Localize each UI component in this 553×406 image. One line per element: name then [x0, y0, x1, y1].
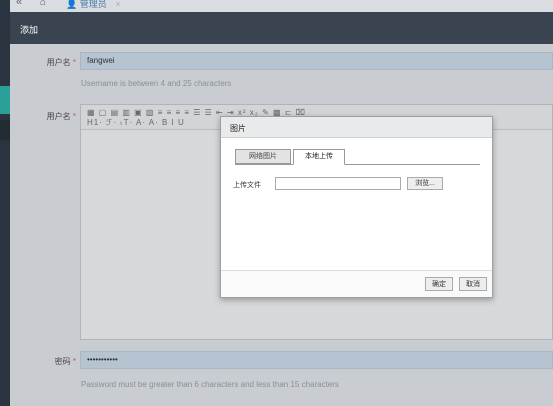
upload-file-field[interactable] — [275, 177, 401, 190]
cancel-button[interactable]: 取消 — [459, 277, 487, 291]
username-label: 用户名 * — [16, 57, 76, 68]
password-label: 密码 * — [16, 356, 76, 367]
tabs-divider — [235, 164, 480, 165]
image-dialog: 图片 网络图片 本地上传 上传文件 浏览... 确定 取消 — [220, 116, 493, 298]
required-marker: * — [72, 112, 76, 121]
password-input[interactable]: ••••••••••• — [80, 351, 553, 369]
dialog-footer: 确定 取消 — [221, 270, 492, 297]
dialog-title: 图片 — [230, 124, 246, 133]
upload-file-label: 上传文件 — [233, 182, 261, 189]
page-title: 添加 — [20, 25, 39, 35]
sidebar-item[interactable] — [0, 120, 10, 140]
ok-button[interactable]: 确定 — [425, 277, 453, 291]
user-icon: 👤 — [66, 0, 78, 9]
collapse-icon[interactable]: « — [16, 0, 22, 8]
username-label-text: 用户名 — [46, 58, 71, 67]
left-sidebar — [0, 0, 10, 406]
username-input[interactable]: fangwei — [80, 52, 553, 70]
content-label: 用户名 * — [16, 111, 76, 122]
tab-web-image[interactable]: 网络图片 — [235, 149, 291, 164]
password-help: Password must be greater than 6 characte… — [81, 380, 339, 389]
password-label-text: 密码 — [54, 357, 71, 366]
tab-bar: « ⌂ 👤 管理员 × — [10, 0, 553, 12]
sidebar-active-indicator — [0, 86, 10, 114]
dialog-title-bar[interactable]: 图片 — [221, 117, 492, 138]
required-marker: * — [72, 58, 76, 67]
tab-local-upload[interactable]: 本地上传 — [293, 149, 345, 165]
browse-button[interactable]: 浏览... — [407, 177, 443, 190]
home-icon[interactable]: ⌂ — [40, 0, 46, 8]
page-header: 添加 — [10, 12, 553, 44]
required-marker: * — [72, 357, 76, 366]
close-icon[interactable]: × — [115, 0, 120, 9]
tab-label: 管理员 — [79, 0, 107, 9]
toolbar-row-2[interactable]: H1· ℱ· ₜT· A· A· B I U — [87, 118, 185, 127]
content-label-text: 用户名 — [46, 112, 71, 121]
tab-admin[interactable]: 👤 管理员 × — [66, 0, 121, 10]
username-help: Username is between 4 and 25 characters — [81, 79, 232, 88]
